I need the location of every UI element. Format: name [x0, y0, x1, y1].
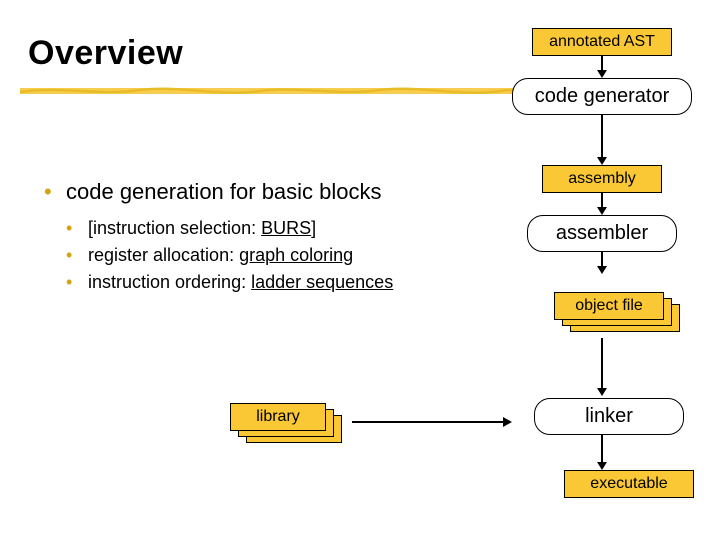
- bullet-sub-2b: graph coloring: [239, 245, 353, 265]
- bullet-sub-1c: ]: [311, 218, 316, 238]
- stage-assembly: assembly: [542, 165, 662, 193]
- process-linker: linker: [534, 398, 684, 435]
- process-code-generator: code generator: [512, 78, 692, 115]
- library-stack: library: [230, 403, 350, 449]
- bullet-sub-3a: instruction ordering:: [88, 272, 251, 292]
- stage-object-file: object file: [554, 292, 664, 320]
- bullet-list: code generation for basic blocks [instru…: [44, 178, 474, 296]
- slide: Overview code generation for basic block…: [0, 0, 720, 540]
- bullet-sub-1a: [instruction selection:: [88, 218, 261, 238]
- arrow-down-icon: [502, 338, 702, 396]
- bullet-sub-3b: ladder sequences: [251, 272, 393, 292]
- stage-library: library: [230, 403, 326, 431]
- stage-object-file-stack: object file: [532, 292, 702, 342]
- arrow-down-icon: [502, 434, 702, 470]
- bullet-sub-1: [instruction selection: BURS]: [66, 215, 474, 242]
- flow-column: annotated AST code generator assembly as…: [502, 28, 702, 274]
- arrow-down-icon: [502, 115, 702, 165]
- stage-annotated-ast: annotated AST: [532, 28, 672, 56]
- arrow-right-icon: [352, 414, 512, 430]
- bullet-main: code generation for basic blocks: [44, 178, 474, 207]
- bullet-sub-2a: register allocation:: [88, 245, 239, 265]
- bullet-sub-3: instruction ordering: ladder sequences: [66, 269, 474, 296]
- stage-executable: executable: [564, 470, 694, 498]
- page-title: Overview: [28, 34, 183, 73]
- arrow-down-icon: [502, 56, 702, 78]
- arrow-down-icon: [502, 252, 702, 274]
- bullet-sub-1b: BURS: [261, 218, 311, 238]
- arrow-down-icon: [502, 193, 702, 215]
- process-assembler: assembler: [527, 215, 677, 252]
- bullet-sub-2: register allocation: graph coloring: [66, 242, 474, 269]
